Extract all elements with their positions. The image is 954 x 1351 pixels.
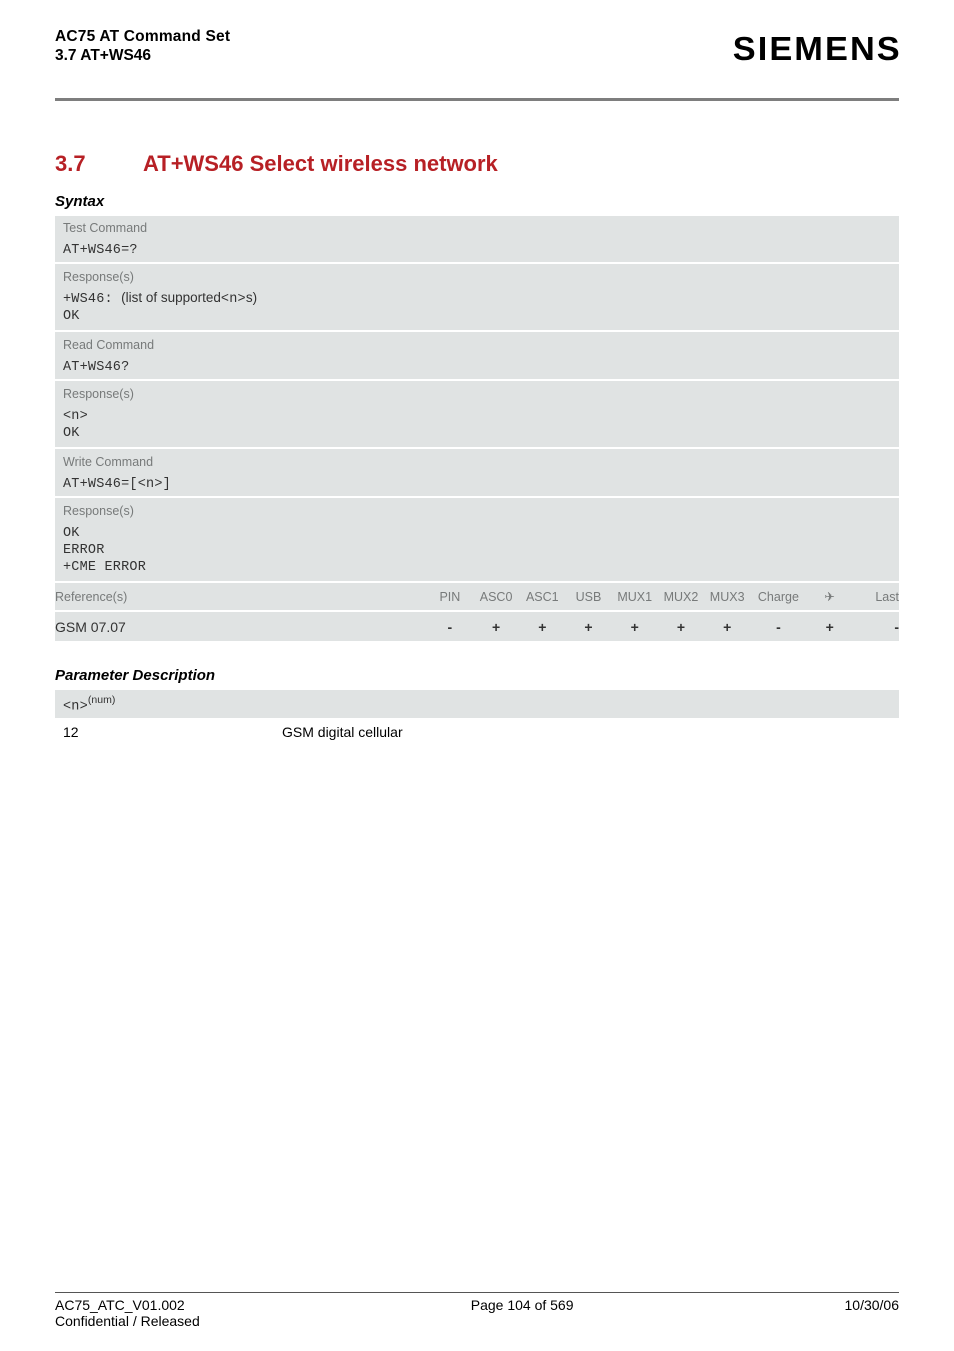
val-charge: -	[776, 619, 781, 635]
test-response-label: Response(s)	[55, 264, 899, 286]
val-pin: -	[448, 619, 453, 635]
divider	[55, 610, 899, 612]
write-response-cme: +CME ERROR	[63, 560, 146, 575]
brand-logo: SIEMENS	[733, 30, 902, 68]
test-command-value: AT+WS46=?	[63, 243, 138, 258]
read-command-label: Read Command	[55, 332, 899, 354]
test-response-text1: (list of supported	[121, 290, 221, 305]
test-response-value: +WS46: (list of supported<n>s) OK	[55, 286, 899, 330]
write-command-label: Write Command	[55, 449, 899, 471]
header-left: AC75 AT Command Set 3.7 AT+WS46	[55, 28, 230, 65]
section-number: 3.7	[55, 151, 143, 177]
col-asc0: ASC0	[473, 583, 519, 606]
val-asc1: +	[538, 619, 546, 635]
write-response-ok: OK	[63, 526, 80, 541]
section-title: AT+WS46 Select wireless network	[143, 151, 498, 177]
test-response-n-link[interactable]: <n>	[221, 292, 246, 307]
col-charge: Charge	[750, 583, 806, 606]
param-n-superscript: (num)	[88, 694, 115, 706]
page-footer: AC75_ATC_V01.002 Confidential / Released…	[55, 1292, 899, 1329]
footer-date: 10/30/06	[845, 1297, 900, 1329]
col-mux3: MUX3	[704, 583, 750, 606]
parameter-value-number: 12	[55, 724, 282, 740]
footer-confidential: Confidential / Released	[55, 1313, 200, 1329]
test-command-label: Test Command	[55, 216, 899, 237]
test-response-prefix: +WS46:	[63, 292, 121, 307]
parameter-value-description: GSM digital cellular	[282, 724, 403, 740]
parameter-description-label: Parameter Description	[55, 667, 899, 684]
write-command-prefix: AT+WS46=	[63, 477, 129, 492]
col-last: Last	[853, 583, 899, 606]
val-usb: +	[584, 619, 592, 635]
test-response-ok: OK	[63, 309, 80, 324]
col-airplane-icon: ✈	[807, 583, 853, 606]
parameter-name-box: <n>(num)	[55, 690, 899, 718]
col-mux1: MUX1	[612, 583, 658, 606]
param-n-link[interactable]: <n>	[63, 699, 88, 714]
write-response-error: ERROR	[63, 543, 105, 558]
col-pin: PIN	[427, 583, 473, 606]
reference-block: Reference(s) PIN ASC0 ASC1 USB MUX1 MUX2…	[55, 581, 899, 641]
write-command-n-link[interactable]: <n>	[138, 477, 163, 492]
col-usb: USB	[565, 583, 611, 606]
write-command-value: AT+WS46=[<n>]	[55, 471, 899, 496]
header-divider	[55, 98, 899, 101]
read-response-ok: OK	[63, 426, 80, 441]
write-response-value: OK ERROR +CME ERROR	[55, 520, 899, 581]
val-mux2: +	[677, 619, 685, 635]
read-response-value: <n> OK	[55, 403, 899, 447]
doc-section-label: 3.7 AT+WS46	[55, 47, 230, 65]
val-last: -	[894, 619, 899, 635]
read-command-value: AT+WS46?	[63, 360, 129, 375]
section-heading: 3.7 AT+WS46 Select wireless network	[55, 151, 899, 177]
syntax-label: Syntax	[55, 193, 899, 210]
write-command-left-bracket: [	[129, 477, 137, 492]
footer-page-number: Page 104 of 569	[471, 1297, 574, 1329]
test-response-text2: s)	[246, 290, 257, 305]
footer-version: AC75_ATC_V01.002	[55, 1297, 185, 1313]
footer-left: AC75_ATC_V01.002 Confidential / Released	[55, 1297, 200, 1329]
parameter-value-row: 12 GSM digital cellular	[55, 724, 899, 740]
col-mux2: MUX2	[658, 583, 704, 606]
syntax-panel: Test Command AT+WS46=? Response(s) +WS46…	[55, 216, 899, 641]
read-response-n-link[interactable]: <n>	[63, 409, 88, 424]
doc-title: AC75 AT Command Set	[55, 28, 230, 46]
reference-value: GSM 07.07	[55, 616, 427, 641]
footer-divider	[55, 1292, 899, 1293]
reference-table: Reference(s) PIN ASC0 ASC1 USB MUX1 MUX2…	[55, 583, 899, 641]
reference-label: Reference(s)	[55, 583, 427, 606]
val-asc0: +	[492, 619, 500, 635]
val-mux3: +	[723, 619, 731, 635]
val-airplane: +	[826, 619, 834, 635]
page-header: AC75 AT Command Set 3.7 AT+WS46 SIEMENS	[55, 28, 899, 88]
read-response-label: Response(s)	[55, 381, 899, 403]
write-command-right-bracket: ]	[163, 477, 171, 492]
val-mux1: +	[631, 619, 639, 635]
write-response-label: Response(s)	[55, 498, 899, 520]
col-asc1: ASC1	[519, 583, 565, 606]
